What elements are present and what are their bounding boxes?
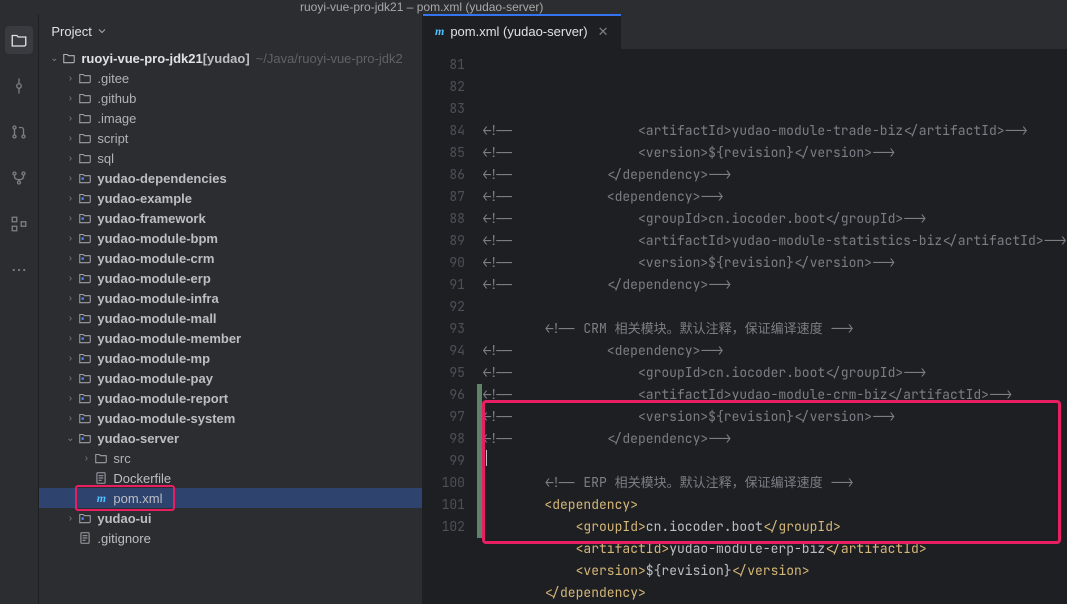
- pull-requests-icon[interactable]: [5, 118, 33, 146]
- tree-item[interactable]: ›yudao-module-mp: [39, 348, 422, 368]
- tree-item[interactable]: ›script: [39, 128, 422, 148]
- tree-item[interactable]: ›.gitee: [39, 68, 422, 88]
- activity-bar: [0, 14, 39, 604]
- tree-item[interactable]: ›yudao-framework: [39, 208, 422, 228]
- tree-item[interactable]: ›yudao-dependencies: [39, 168, 422, 188]
- tree-item[interactable]: ›yudao-module-report: [39, 388, 422, 408]
- project-panel-header[interactable]: Project: [39, 14, 422, 48]
- code-content[interactable]: <!-- <artifactId>yudao-module-trade-biz<…: [482, 50, 1067, 604]
- tree-item[interactable]: ›yudao-module-infra: [39, 288, 422, 308]
- tab-label: pom.xml (yudao-server): [450, 24, 587, 39]
- tree-item[interactable]: ›yudao-module-crm: [39, 248, 422, 268]
- tree-item[interactable]: ›sql: [39, 148, 422, 168]
- files-icon[interactable]: [5, 26, 33, 54]
- tree-item[interactable]: ›yudao-module-member: [39, 328, 422, 348]
- tab-pom-xml[interactable]: m pom.xml (yudao-server) ✕: [423, 14, 621, 49]
- tree-item[interactable]: ›yudao-module-erp: [39, 268, 422, 288]
- tree-item[interactable]: mpom.xml: [39, 488, 422, 508]
- tree-item[interactable]: ›.image: [39, 108, 422, 128]
- code-editor[interactable]: 8182838485868788899091929394959697989910…: [423, 50, 1067, 604]
- window-title: ruoyi-vue-pro-jdk21 – pom.xml (yudao-ser…: [300, 0, 543, 14]
- tree-item[interactable]: ›.github: [39, 88, 422, 108]
- structure-icon[interactable]: [5, 210, 33, 238]
- editor-tabbar: m pom.xml (yudao-server) ✕: [423, 14, 1067, 50]
- line-number-gutter: 8182838485868788899091929394959697989910…: [423, 50, 477, 604]
- tree-item[interactable]: ›src: [39, 448, 422, 468]
- project-panel-title: Project: [51, 24, 91, 39]
- tree-item[interactable]: ›yudao-module-bpm: [39, 228, 422, 248]
- more-icon[interactable]: [5, 256, 33, 284]
- tree-item[interactable]: ›yudao-ui: [39, 508, 422, 528]
- project-tree[interactable]: ⌄ruoyi-vue-pro-jdk21 [yudao]~/Java/ruoyi…: [39, 48, 422, 604]
- window-titlebar: ruoyi-vue-pro-jdk21 – pom.xml (yudao-ser…: [0, 0, 1067, 14]
- tree-item[interactable]: .gitignore: [39, 528, 422, 548]
- maven-file-icon: m: [435, 24, 444, 39]
- tree-item[interactable]: ›yudao-module-mall: [39, 308, 422, 328]
- tree-item[interactable]: Dockerfile: [39, 468, 422, 488]
- project-panel: Project ⌄ruoyi-vue-pro-jdk21 [yudao]~/Ja…: [39, 14, 423, 604]
- tree-item[interactable]: ›yudao-example: [39, 188, 422, 208]
- branches-icon[interactable]: [5, 164, 33, 192]
- chevron-down-icon: [96, 25, 108, 37]
- tree-item[interactable]: ›yudao-module-pay: [39, 368, 422, 388]
- close-icon[interactable]: ✕: [598, 24, 609, 40]
- commit-icon[interactable]: [5, 72, 33, 100]
- tree-root[interactable]: ⌄ruoyi-vue-pro-jdk21 [yudao]~/Java/ruoyi…: [39, 48, 422, 68]
- tree-item[interactable]: ⌄yudao-server: [39, 428, 422, 448]
- editor-area: m pom.xml (yudao-server) ✕ 8182838485868…: [423, 14, 1067, 604]
- tree-item[interactable]: ›yudao-module-system: [39, 408, 422, 428]
